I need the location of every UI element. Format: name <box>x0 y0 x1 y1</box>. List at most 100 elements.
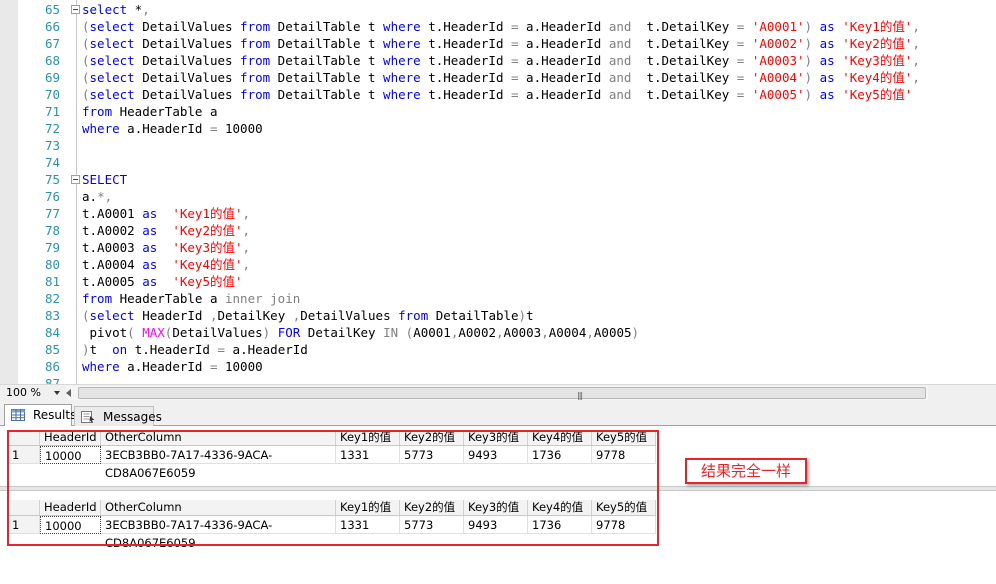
code-token: where <box>383 70 421 85</box>
code-line[interactable]: 72 where a.HeaderId = 10000 <box>0 120 996 137</box>
line-number: 67 <box>44 36 60 51</box>
query-editor[interactable]: 65 select *, 66 (select DetailValues from D… <box>0 0 996 384</box>
code-line[interactable]: 75 SELECT <box>0 171 996 188</box>
collapse-icon[interactable] <box>71 175 80 184</box>
code-token: select <box>89 19 135 34</box>
code-token: ( <box>82 308 90 323</box>
line-number: 68 <box>44 53 60 68</box>
code-token: ) <box>804 36 813 51</box>
code-token: DetailValues <box>134 70 241 85</box>
code-token: as <box>142 257 158 272</box>
code-token: , <box>912 36 920 51</box>
code-line[interactable]: 71 from HeaderTable a <box>0 103 996 120</box>
code-line[interactable]: 73 <box>0 137 996 154</box>
code-line[interactable]: 70 (select DetailValues from DetailTable … <box>0 86 996 103</box>
code-token: from <box>82 291 113 306</box>
code-token: FOR <box>277 325 301 340</box>
code-line[interactable]: 76 a.*, <box>0 188 996 205</box>
code-token: ) <box>82 342 90 357</box>
code-token: where <box>383 36 421 51</box>
code-token: 10000 <box>217 359 263 374</box>
editor-status-bar: 100 % ||| <box>0 384 996 401</box>
code-line[interactable]: 85)t on t.HeaderId = a.HeaderId <box>0 341 996 358</box>
code-text: from HeaderTable a inner join <box>82 290 300 307</box>
code-token: t.DetailKey <box>631 36 737 51</box>
code-token: 'Key4的值' <box>172 257 243 272</box>
code-token: DetailTable t <box>270 70 384 85</box>
line-number: 87 <box>44 376 60 384</box>
code-line[interactable]: 82 from HeaderTable a inner join <box>0 290 996 307</box>
code-line[interactable]: 69 (select DetailValues from DetailTable … <box>0 69 996 86</box>
code-token: SELECT <box>82 172 128 187</box>
code-line[interactable]: 81 t.A0005 as 'Key5的值' <box>0 273 996 290</box>
code-token: a.HeaderId <box>518 19 609 34</box>
scroll-left-arrow-icon[interactable] <box>66 389 71 397</box>
line-number: 80 <box>44 257 60 272</box>
code-token: 'Key5的值' <box>172 274 243 289</box>
line-number: 69 <box>44 70 60 85</box>
code-text: SELECT <box>82 171 127 188</box>
code-line[interactable]: 86 where a.HeaderId = 10000 <box>0 358 996 375</box>
code-token: t.A0001 <box>82 206 143 221</box>
code-token: t.HeaderId <box>420 53 511 68</box>
code-line[interactable]: 74 <box>0 154 996 171</box>
code-line[interactable]: 68 (select DetailValues from DetailTable … <box>0 52 996 69</box>
tab-results[interactable]: Results <box>4 404 76 426</box>
collapse-icon[interactable] <box>71 5 80 14</box>
code-line[interactable]: 80 t.A0004 as 'Key4的值', <box>0 256 996 273</box>
code-token: , <box>912 70 920 85</box>
code-line[interactable]: 83 (select HeaderId ,DetailKey ,DetailVal… <box>0 307 996 324</box>
code-token: a.HeaderId <box>119 121 210 136</box>
results-tab-bar: Results Messages <box>0 401 996 426</box>
code-line[interactable]: 84 pivot( MAX(DetailValues) FOR DetailKe… <box>0 324 996 341</box>
scrollbar-thumb[interactable]: ||| <box>78 387 926 400</box>
code-token: from <box>240 87 271 102</box>
line-number: 84 <box>44 325 60 340</box>
code-line[interactable]: 79 t.A0003 as 'Key3的值', <box>0 239 996 256</box>
code-token: select <box>89 36 135 51</box>
code-token: ( <box>82 19 90 34</box>
code-text: t.A0001 as 'Key1的值', <box>82 205 250 222</box>
code-token: = <box>511 70 519 85</box>
line-number: 74 <box>44 155 60 170</box>
code-line[interactable]: 77 t.A0001 as 'Key1的值', <box>0 205 996 222</box>
code-text: where a.HeaderId = 10000 <box>82 120 263 137</box>
code-line[interactable]: 66 (select DetailValues from DetailTable … <box>0 18 996 35</box>
code-token: t.A0004 <box>82 257 143 272</box>
code-line[interactable]: 87 <box>0 375 996 384</box>
code-token: ( <box>82 70 90 85</box>
code-token: 10000 <box>217 121 263 136</box>
line-number: 78 <box>44 223 60 238</box>
code-token: select <box>82 2 128 17</box>
code-token: t.DetailKey <box>631 87 737 102</box>
code-token: A0001 <box>413 325 451 340</box>
code-token: 'Key1的值' <box>172 206 243 221</box>
code-token: HeaderTable a <box>112 104 218 119</box>
code-line[interactable]: 67 (select DetailValues from DetailTable … <box>0 35 996 52</box>
code-token: , <box>912 19 920 34</box>
code-token: DetailTable t <box>270 53 384 68</box>
code-token: ( <box>82 87 90 102</box>
code-token: t.DetailKey <box>631 19 737 34</box>
code-token: as <box>819 19 835 34</box>
line-number: 86 <box>44 359 60 374</box>
code-line[interactable]: 78 t.A0002 as 'Key2的值', <box>0 222 996 239</box>
code-token: , <box>912 53 920 68</box>
zoom-dropdown[interactable]: 100 % <box>2 385 62 401</box>
tab-messages[interactable]: Messages <box>74 406 162 426</box>
line-number: 70 <box>44 87 60 102</box>
code-text: (select DetailValues from DetailTable t … <box>82 35 920 52</box>
code-token: t <box>526 308 534 323</box>
code-token: 'A0004' <box>751 70 805 85</box>
code-token: = <box>511 36 519 51</box>
line-number: 73 <box>44 138 60 153</box>
line-number: 82 <box>44 291 60 306</box>
code-token: 'Key2的值' <box>842 36 913 51</box>
code-line[interactable]: 65 select *, <box>0 1 996 18</box>
